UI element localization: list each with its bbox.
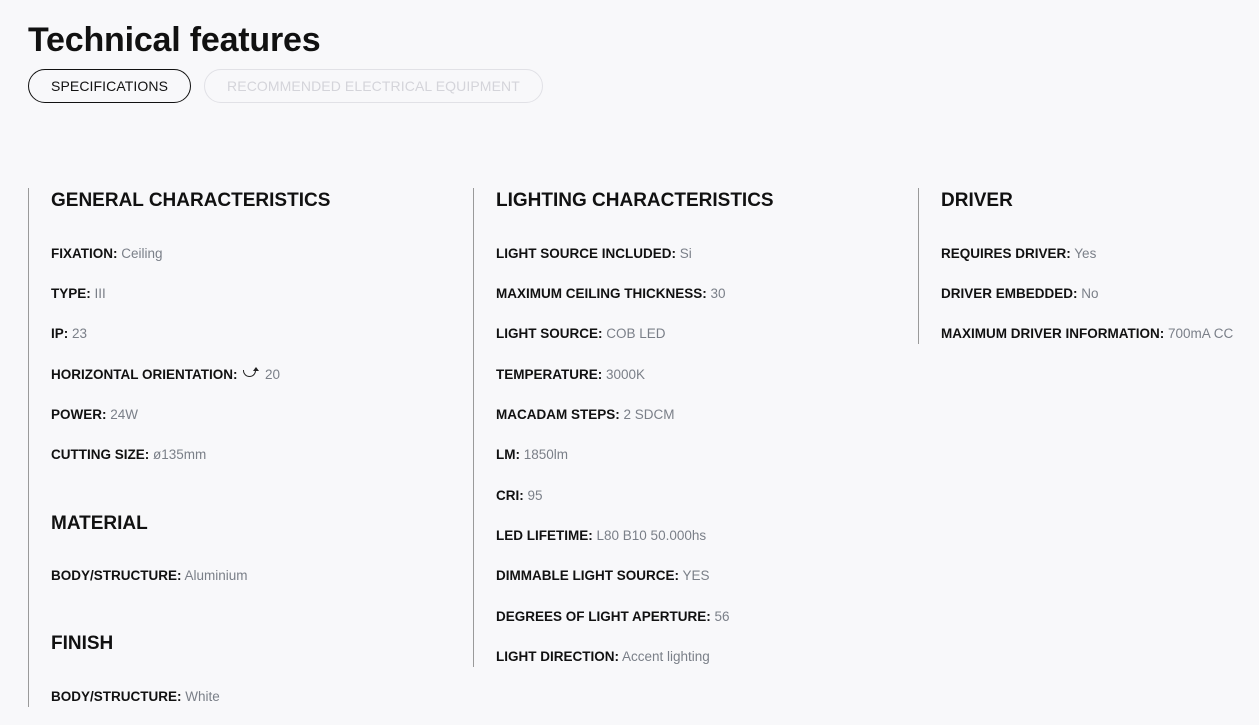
spec-value: 2 SDCM xyxy=(623,407,675,422)
section-title-general: GENERAL CHARACTERISTICS xyxy=(51,190,331,211)
spec-max-driver-information: MAXIMUM DRIVER INFORMATION: 700mA CC xyxy=(941,325,1233,343)
spec-material-body: BODY/STRUCTURE: Aluminium xyxy=(51,567,248,585)
page-title: Technical features xyxy=(28,21,321,59)
spec-max-ceiling-thickness: MAXIMUM CEILING THICKNESS: 30 xyxy=(496,285,726,303)
rotate-icon xyxy=(243,367,260,377)
spec-key: LIGHT SOURCE: xyxy=(496,326,603,341)
spec-value: L80 B10 50.000hs xyxy=(596,528,707,543)
spec-requires-driver: REQUIRES DRIVER: Yes xyxy=(941,245,1096,263)
spec-key: DEGREES OF LIGHT APERTURE: xyxy=(496,609,711,624)
spec-value: No xyxy=(1081,286,1099,301)
spec-key: CUTTING SIZE: xyxy=(51,447,150,462)
spec-light-direction: LIGHT DIRECTION: Accent lighting xyxy=(496,648,710,666)
spec-key: LED LIFETIME: xyxy=(496,528,593,543)
spec-key: DRIVER EMBEDDED: xyxy=(941,286,1078,301)
spec-value: Si xyxy=(679,246,692,261)
section-title-material: MATERIAL xyxy=(51,513,148,534)
spec-light-aperture: DEGREES OF LIGHT APERTURE: 56 xyxy=(496,608,730,626)
spec-value: 95 xyxy=(527,488,543,503)
spec-key: LM: xyxy=(496,447,520,462)
spec-key: MACADAM STEPS: xyxy=(496,407,620,422)
spec-value: 24W xyxy=(110,407,139,422)
spec-value: 20 xyxy=(265,367,281,382)
spec-fixation: FIXATION: Ceiling xyxy=(51,245,163,263)
spec-key: POWER: xyxy=(51,407,107,422)
spec-type: TYPE: III xyxy=(51,285,106,303)
spec-finish-body: BODY/STRUCTURE: White xyxy=(51,688,220,706)
spec-lm: LM: 1850lm xyxy=(496,446,568,464)
column-driver: DRIVER REQUIRES DRIVER: Yes DRIVER EMBED… xyxy=(918,188,1259,344)
spec-cri: CRI: 95 xyxy=(496,487,543,505)
spec-value: ø135mm xyxy=(153,447,207,462)
spec-key: MAXIMUM DRIVER INFORMATION: xyxy=(941,326,1165,341)
spec-value: 23 xyxy=(72,326,88,341)
spec-value: COB LED xyxy=(606,326,666,341)
section-title-driver: DRIVER xyxy=(941,190,1013,211)
spec-key: HORIZONTAL ORIENTATION: xyxy=(51,367,238,382)
column-general: GENERAL CHARACTERISTICS FIXATION: Ceilin… xyxy=(28,188,473,707)
spec-value: 3000K xyxy=(606,367,646,382)
spec-value: Yes xyxy=(1074,246,1097,261)
spec-power: POWER: 24W xyxy=(51,406,138,424)
section-title-lighting: LIGHTING CHARACTERISTICS xyxy=(496,190,774,211)
spec-key: REQUIRES DRIVER: xyxy=(941,246,1071,261)
column-lighting: LIGHTING CHARACTERISTICS LIGHT SOURCE IN… xyxy=(473,188,918,667)
spec-key: CRI: xyxy=(496,488,524,503)
tab-specifications[interactable]: SPECIFICATIONS xyxy=(28,69,192,103)
spec-value: 30 xyxy=(710,286,726,301)
spec-value: YES xyxy=(682,568,710,583)
spec-key: FIXATION: xyxy=(51,246,118,261)
spec-ip: IP: 23 xyxy=(51,325,87,343)
spec-key: IP: xyxy=(51,326,69,341)
spec-driver-embedded: DRIVER EMBEDDED: No xyxy=(941,285,1099,303)
spec-horizontal-orientation: HORIZONTAL ORIENTATION: 20 xyxy=(51,366,280,384)
spec-key: LIGHT SOURCE INCLUDED: xyxy=(496,246,676,261)
tab-recommended-electrical-equipment[interactable]: RECOMMENDED ELECTRICAL EQUIPMENT xyxy=(204,69,543,103)
spec-key: LIGHT DIRECTION: xyxy=(496,649,619,664)
spec-value: 56 xyxy=(714,609,730,624)
spec-light-source-included: LIGHT SOURCE INCLUDED: Si xyxy=(496,245,692,263)
spec-key: BODY/STRUCTURE: xyxy=(51,689,182,704)
spec-value: Ceiling xyxy=(121,246,163,261)
spec-led-lifetime: LED LIFETIME: L80 B10 50.000hs xyxy=(496,527,706,545)
spec-key: DIMMABLE LIGHT SOURCE: xyxy=(496,568,679,583)
spec-value: White xyxy=(185,689,220,704)
tab-bar: SPECIFICATIONS RECOMMENDED ELECTRICAL EQ… xyxy=(28,69,543,103)
spec-key: TYPE: xyxy=(51,286,91,301)
spec-value: 700mA CC xyxy=(1168,326,1234,341)
spec-macadam-steps: MACADAM STEPS: 2 SDCM xyxy=(496,406,675,424)
spec-temperature: TEMPERATURE: 3000K xyxy=(496,366,645,384)
spec-value: III xyxy=(94,286,106,301)
spec-key: BODY/STRUCTURE: xyxy=(51,568,182,583)
spec-key: TEMPERATURE: xyxy=(496,367,603,382)
spec-value: Accent lighting xyxy=(622,649,710,664)
spec-dimmable-light-source: DIMMABLE LIGHT SOURCE: YES xyxy=(496,567,710,585)
spec-value: Aluminium xyxy=(184,568,248,583)
spec-value: 1850lm xyxy=(523,447,569,462)
spec-light-source: LIGHT SOURCE: COB LED xyxy=(496,325,666,343)
section-title-finish: FINISH xyxy=(51,633,114,654)
spec-key: MAXIMUM CEILING THICKNESS: xyxy=(496,286,707,301)
spec-cutting-size: CUTTING SIZE: ø135mm xyxy=(51,446,206,464)
